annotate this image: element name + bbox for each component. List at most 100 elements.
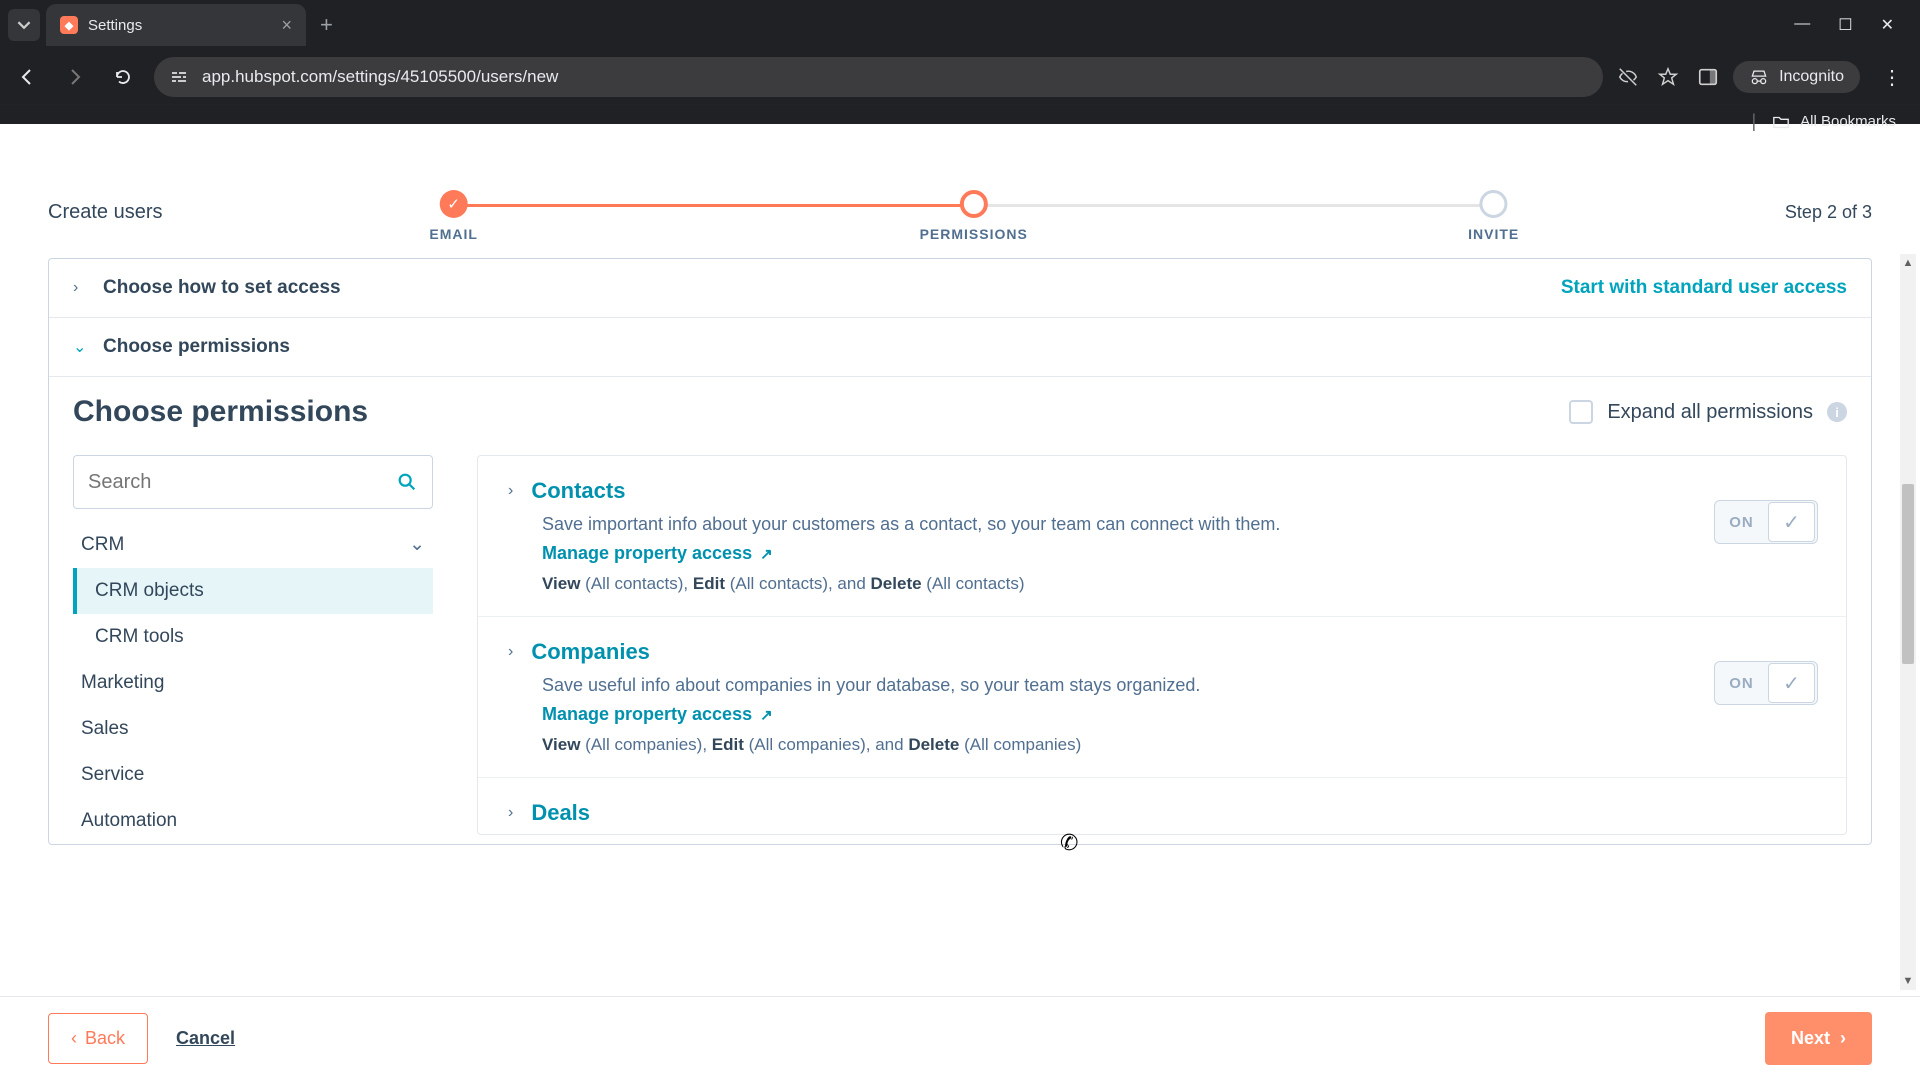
step-counter: Step 2 of 3	[1785, 202, 1872, 223]
subcategory-crm-tools[interactable]: CRM tools	[73, 614, 433, 660]
access-hint-link[interactable]: Start with standard user access	[1561, 277, 1847, 299]
permission-summary: View (All companies), Edit (All companie…	[542, 735, 1816, 755]
scrollbar[interactable]: ▲ ▼	[1900, 254, 1916, 990]
close-icon[interactable]: ×	[281, 15, 292, 36]
permission-header-row[interactable]: › Companies	[508, 639, 1816, 665]
next-button[interactable]: Next ›	[1765, 1012, 1872, 1065]
star-icon[interactable]	[1657, 66, 1679, 88]
step-label: INVITE	[1468, 226, 1519, 242]
cancel-button[interactable]: Cancel	[176, 1028, 235, 1049]
chevron-right-icon: ›	[73, 279, 93, 297]
permission-deals: › Deals	[478, 778, 1846, 834]
permission-description: Save important info about your customers…	[542, 514, 1816, 535]
category-label: Marketing	[81, 672, 164, 694]
category-label: Sales	[81, 718, 129, 740]
address-bar[interactable]: app.hubspot.com/settings/45105500/users/…	[154, 57, 1603, 97]
wizard-footer: ‹ Back Cancel Next ›	[0, 996, 1920, 1080]
all-bookmarks-button[interactable]: All Bookmarks	[1800, 113, 1896, 130]
summary-delete-scope: (All companies)	[964, 735, 1081, 754]
toggle-knob: ✓	[1768, 502, 1815, 542]
reload-button[interactable]	[106, 60, 140, 94]
summary-edit-scope: (All companies), and	[749, 735, 904, 754]
wizard-header: Create users ✓ EMAIL PERMISSIONS INVITE	[0, 170, 1920, 240]
permission-summary: View (All contacts), Edit (All contacts)…	[542, 574, 1816, 594]
chevron-left-icon: ‹	[71, 1028, 77, 1049]
toggle-on-label: ON	[1715, 514, 1768, 531]
permission-toggle[interactable]: ON ✓	[1714, 661, 1818, 705]
next-label: Next	[1791, 1028, 1830, 1049]
manage-property-access-link[interactable]: Manage property access ↗	[542, 543, 1816, 564]
scroll-down-icon[interactable]: ▼	[1900, 972, 1916, 990]
chevron-down-icon: ⌄	[409, 533, 425, 556]
permissions-body: Choose permissions Expand all permission…	[49, 377, 1871, 844]
summary-view-scope: (All contacts),	[585, 574, 688, 593]
back-button[interactable]	[10, 60, 44, 94]
address-bar-actions	[1617, 66, 1719, 88]
accordion-access[interactable]: › Choose how to set access Start with st…	[49, 259, 1871, 318]
reload-icon	[113, 67, 133, 87]
summary-view-scope: (All companies),	[585, 735, 707, 754]
permission-header-row[interactable]: › Deals	[508, 800, 1816, 826]
category-label: Service	[81, 764, 144, 786]
step-permissions[interactable]: PERMISSIONS	[920, 190, 1028, 242]
folder-icon	[1772, 113, 1790, 131]
browser-tab[interactable]: ◆ Settings ×	[46, 4, 306, 46]
step-invite[interactable]: INVITE	[1468, 190, 1519, 242]
manage-property-access-link[interactable]: Manage property access ↗	[542, 704, 1816, 725]
chevron-down-icon	[17, 18, 31, 32]
forward-button[interactable]	[58, 60, 92, 94]
external-link-icon: ↗	[760, 545, 773, 563]
permission-header-row[interactable]: › Contacts	[508, 478, 1816, 504]
summary-edit: Edit	[693, 574, 725, 593]
chevron-right-icon: ›	[508, 804, 513, 822]
browser-chrome: ◆ Settings × + ― ☐ ✕ app.hubspot.com/set…	[0, 0, 1920, 124]
minimize-icon[interactable]: ―	[1794, 15, 1810, 35]
close-window-icon[interactable]: ✕	[1881, 15, 1894, 35]
incognito-icon	[1749, 67, 1769, 87]
category-sales[interactable]: Sales	[73, 706, 433, 752]
incognito-chip[interactable]: Incognito	[1733, 61, 1860, 93]
step-dot-icon	[1480, 190, 1508, 218]
settings-panel: › Choose how to set access Start with st…	[48, 258, 1872, 845]
search-box[interactable]	[73, 455, 433, 509]
accordion-permissions[interactable]: ⌄ Choose permissions	[49, 318, 1871, 377]
maximize-icon[interactable]: ☐	[1838, 15, 1852, 35]
expand-all-label: Expand all permissions	[1607, 401, 1813, 424]
step-email[interactable]: ✓ EMAIL	[429, 190, 478, 242]
back-label: Back	[85, 1028, 125, 1049]
permission-toggle[interactable]: ON ✓	[1714, 500, 1818, 544]
accordion-title: Choose how to set access	[103, 277, 341, 299]
permission-title: Contacts	[531, 478, 625, 504]
category-crm[interactable]: CRM ⌄	[73, 521, 433, 568]
subcategory-label: CRM tools	[95, 626, 184, 647]
search-icon[interactable]	[396, 471, 418, 493]
accordion-title: Choose permissions	[103, 336, 290, 358]
tab-strip: ◆ Settings × + ― ☐ ✕	[0, 0, 1920, 50]
summary-delete: Delete	[908, 735, 959, 754]
hubspot-favicon-icon: ◆	[60, 16, 78, 34]
category-marketing[interactable]: Marketing	[73, 660, 433, 706]
new-tab-button[interactable]: +	[312, 12, 341, 38]
url-text: app.hubspot.com/settings/45105500/users/…	[202, 67, 558, 87]
browser-menu-button[interactable]: ⋮	[1874, 65, 1910, 90]
search-input[interactable]	[88, 471, 386, 494]
site-settings-icon[interactable]	[170, 68, 188, 86]
category-label: Automation	[81, 810, 177, 832]
permissions-header: Choose permissions Expand all permission…	[73, 395, 1847, 429]
scrollbar-thumb[interactable]	[1902, 484, 1914, 664]
eye-off-icon[interactable]	[1617, 66, 1639, 88]
summary-edit-scope: (All contacts), and	[730, 574, 866, 593]
info-icon[interactable]: i	[1827, 402, 1847, 422]
expand-all-checkbox[interactable]	[1569, 400, 1593, 424]
permissions-sidebar: CRM ⌄ CRM objects CRM tools Marketing Sa…	[73, 455, 433, 844]
side-panel-icon[interactable]	[1697, 66, 1719, 88]
category-service[interactable]: Service	[73, 752, 433, 798]
tab-search-dropdown[interactable]	[8, 9, 40, 41]
subcategory-crm-objects[interactable]: CRM objects	[73, 568, 433, 614]
permissions-heading: Choose permissions	[73, 395, 368, 429]
back-button[interactable]: ‹ Back	[48, 1013, 148, 1064]
window-controls: ― ☐ ✕	[1794, 15, 1912, 35]
chevron-right-icon: ›	[508, 482, 513, 500]
category-automation[interactable]: Automation	[73, 798, 433, 844]
scroll-up-icon[interactable]: ▲	[1900, 254, 1916, 272]
